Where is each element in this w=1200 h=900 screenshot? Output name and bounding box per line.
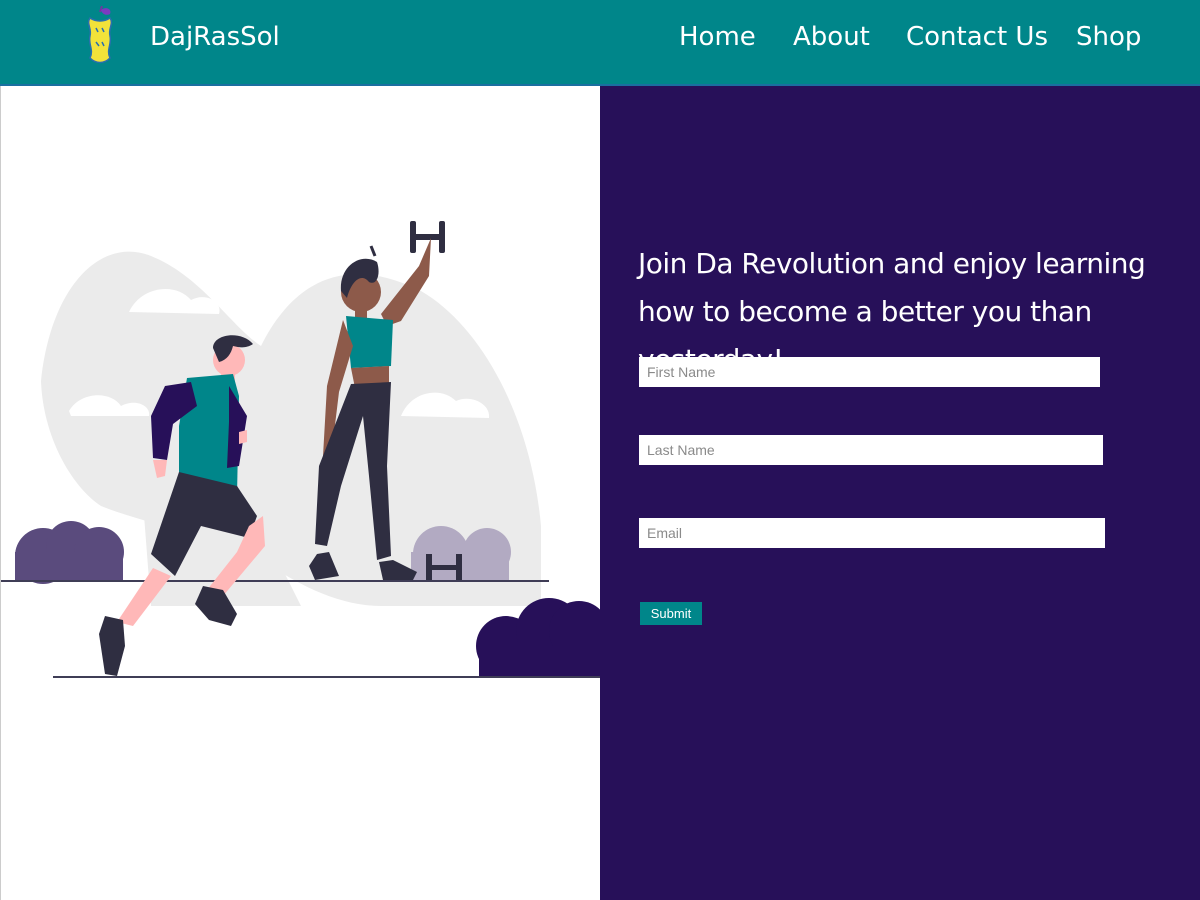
signup-panel: Join Da Revolution and enjoy learning ho… bbox=[600, 86, 1200, 900]
workout-people-illustration bbox=[1, 221, 601, 678]
apple-core-icon[interactable] bbox=[82, 6, 118, 66]
brand-name[interactable]: DajRasSol bbox=[150, 22, 280, 52]
first-name-input[interactable] bbox=[639, 357, 1100, 387]
nav-home[interactable]: Home bbox=[679, 22, 756, 52]
email-input[interactable] bbox=[639, 518, 1105, 548]
top-navbar: DajRasSol Home About Contact Us Shop bbox=[0, 0, 1200, 86]
nav-about[interactable]: About bbox=[793, 22, 870, 52]
submit-button[interactable]: Submit bbox=[640, 602, 702, 625]
nav-contact-us[interactable]: Contact Us bbox=[906, 22, 1048, 52]
hero-panel bbox=[0, 86, 601, 900]
last-name-input[interactable] bbox=[639, 435, 1103, 465]
nav-shop[interactable]: Shop bbox=[1076, 22, 1141, 52]
